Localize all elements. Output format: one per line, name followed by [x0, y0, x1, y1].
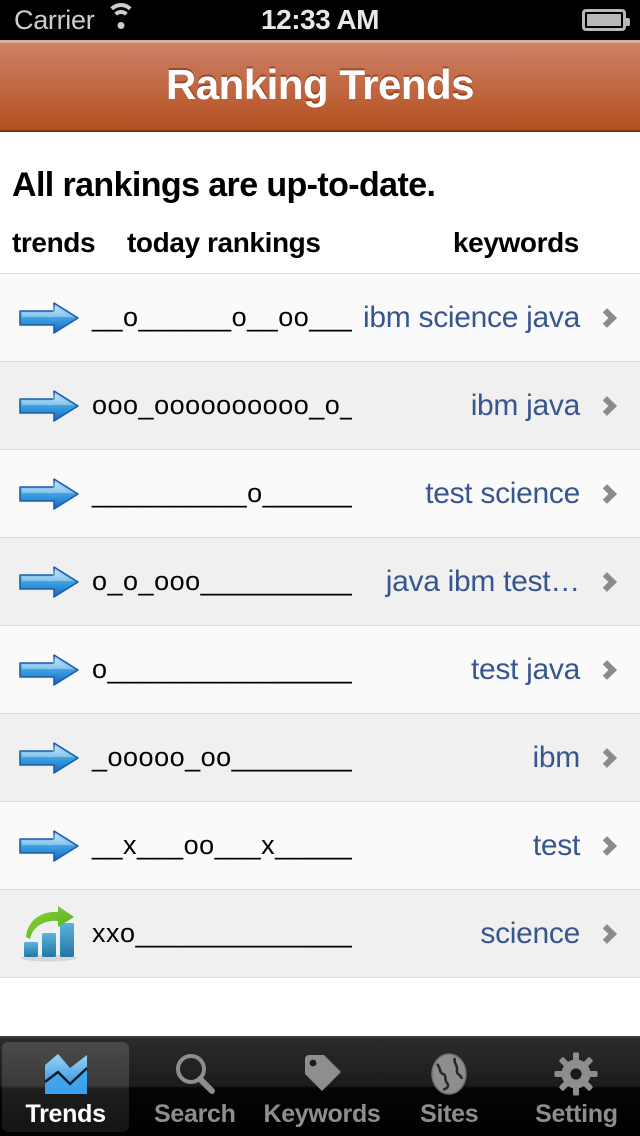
keyword-label[interactable]: test science: [352, 477, 592, 511]
tab-label: Sites: [420, 1099, 479, 1128]
sparkline-text: __________o___________: [92, 478, 352, 508]
keyword-label[interactable]: science: [352, 917, 592, 951]
trend-icon-cell: [10, 477, 88, 511]
keyword-label[interactable]: ibm: [352, 741, 592, 775]
table-row[interactable]: xxo________________ science: [0, 890, 640, 978]
blue-right-arrow-icon: [19, 741, 79, 774]
keyword-label[interactable]: ibm java: [352, 389, 592, 423]
keyword-label[interactable]: test: [352, 829, 592, 863]
area-chart-icon: [40, 1046, 92, 1096]
keyword-label[interactable]: java ibm test…: [352, 565, 592, 599]
chevron-right-icon[interactable]: [592, 395, 626, 416]
column-header-keywords: keywords: [453, 227, 579, 258]
status-bar: Carrier 12:33 AM: [0, 0, 640, 40]
tag-icon: [296, 1046, 348, 1096]
globe-icon: [423, 1046, 475, 1096]
trend-icon-cell: [10, 741, 88, 775]
table-row[interactable]: o_o_ooo_____________ java ibm test…: [0, 538, 640, 626]
chevron-right-icon[interactable]: [592, 747, 626, 768]
trend-icon-cell: [10, 565, 88, 599]
column-header-trends: trends: [12, 227, 96, 258]
trend-icon-cell: [10, 653, 88, 687]
trend-icon-cell: [10, 389, 88, 423]
status-bar-left: Carrier: [14, 3, 137, 36]
magnifier-icon: [169, 1046, 221, 1096]
sparkline-text: _ooooo_oo____________: [92, 742, 352, 772]
sparkline-text: __x___oo___x________: [92, 830, 352, 860]
tab-trends[interactable]: Trends: [2, 1042, 130, 1132]
carrier-label: Carrier: [14, 4, 95, 35]
column-headers: trends today rankings keywords: [0, 205, 640, 274]
main-content: All rankings are up-to-date. trends toda…: [0, 132, 640, 1136]
globe-icon: [431, 1052, 467, 1095]
blue-right-arrow-icon: [19, 389, 79, 422]
chart-up-icon: [21, 905, 77, 961]
blue-right-arrow-icon: [19, 301, 79, 334]
navigation-bar: Ranking Trends: [0, 40, 640, 132]
tab-label: Keywords: [263, 1099, 381, 1128]
sparkline-text: __o______o__oo______: [92, 302, 352, 332]
chevron-right-icon[interactable]: [592, 923, 626, 944]
sparkline-text: o_o_ooo_____________: [92, 566, 352, 596]
chevron-right-icon[interactable]: [592, 307, 626, 328]
trend-icon-cell: [10, 301, 88, 335]
battery-full-icon: [582, 9, 630, 31]
blue-right-arrow-icon: [19, 477, 79, 510]
table-row[interactable]: ooo_oooooooooo_o____ ibm java: [0, 362, 640, 450]
tab-keywords[interactable]: Keywords: [258, 1038, 385, 1136]
tab-label: Search: [154, 1099, 236, 1128]
status-message: All rankings are up-to-date.: [12, 166, 436, 204]
trend-icon-cell: [10, 905, 88, 963]
blue-right-arrow-icon: [19, 565, 79, 598]
sparkline-text: ooo_oooooooooo_o____: [92, 390, 352, 420]
tab-label: Trends: [25, 1099, 106, 1128]
chevron-right-icon[interactable]: [592, 835, 626, 856]
area-chart-icon: [43, 1053, 88, 1094]
blue-right-arrow-icon: [19, 829, 79, 862]
table-row[interactable]: __________o___________ test science: [0, 450, 640, 538]
sparkline-text: xxo________________: [92, 918, 352, 948]
tab-sites[interactable]: Sites: [386, 1038, 513, 1136]
table-row[interactable]: __o______o__oo______ ibm science java: [0, 274, 640, 362]
status-bar-right: [582, 9, 630, 31]
table-row[interactable]: o_________________ test java: [0, 626, 640, 714]
blue-right-arrow-icon: [19, 653, 79, 686]
page-title: Ranking Trends: [165, 61, 475, 108]
table-row[interactable]: _ooooo_oo____________ ibm: [0, 714, 640, 802]
keyword-label[interactable]: test java: [352, 653, 592, 687]
tab-setting[interactable]: Setting: [513, 1038, 640, 1136]
chevron-right-icon[interactable]: [592, 483, 626, 504]
chevron-right-icon[interactable]: [592, 659, 626, 680]
keyword-label[interactable]: ibm science java: [352, 301, 592, 335]
column-header-today-rankings: today rankings: [127, 227, 321, 258]
tab-bar: Trends Search Keywords Sites Setting: [0, 1036, 640, 1136]
gear-icon: [550, 1046, 602, 1096]
table-row[interactable]: __x___oo___x________ test: [0, 802, 640, 890]
rankings-list: __o______o__oo______ ibm science java oo…: [0, 274, 640, 978]
sparkline-text: o_________________: [92, 654, 352, 684]
chevron-right-icon[interactable]: [592, 571, 626, 592]
tab-search[interactable]: Search: [131, 1038, 258, 1136]
magnifier-icon: [175, 1053, 215, 1094]
gear-icon: [554, 1052, 598, 1095]
tag-icon: [305, 1054, 341, 1091]
tab-label: Setting: [535, 1099, 618, 1128]
trend-icon-cell: [10, 829, 88, 863]
wifi-icon: [106, 3, 137, 31]
